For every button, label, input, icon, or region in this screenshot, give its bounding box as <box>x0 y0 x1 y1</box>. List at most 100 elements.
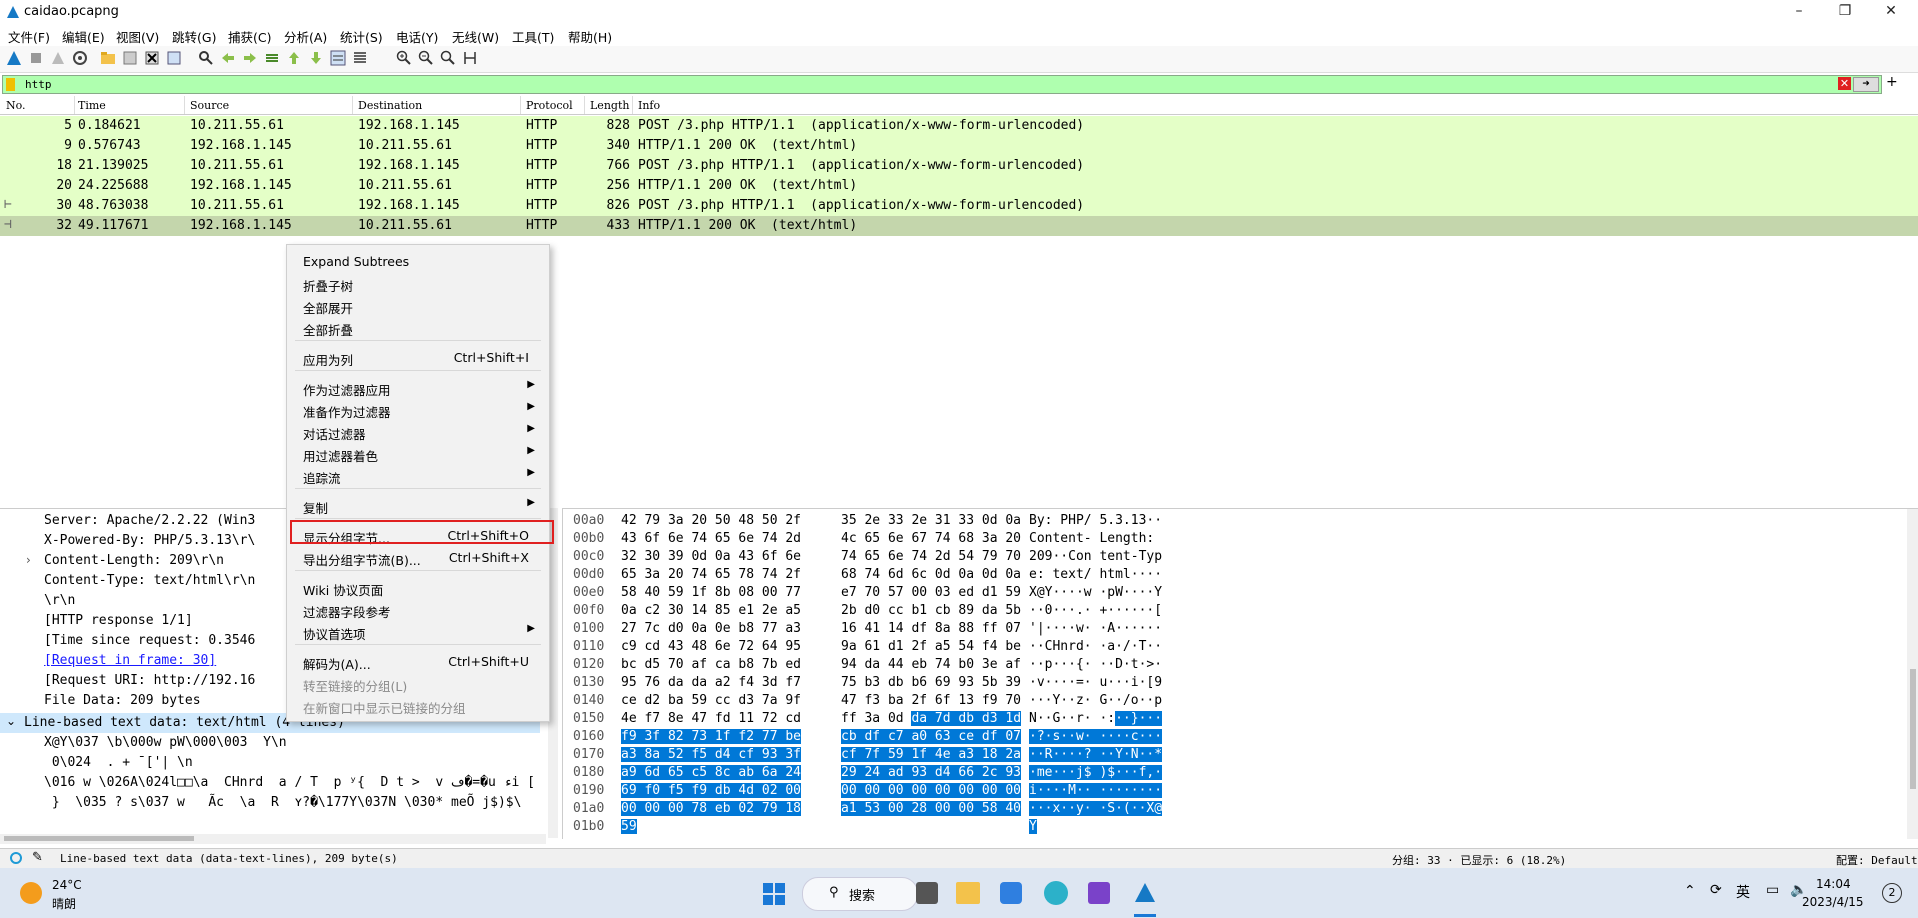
detail-line[interactable]: Content-Length: 209\r\n <box>44 553 224 568</box>
context-menu-item[interactable]: 对话过滤器 ▶ <box>295 421 541 442</box>
stop-capture-icon[interactable] <box>28 50 44 66</box>
visual-studio-icon[interactable] <box>1088 882 1110 904</box>
filter-bookmark-icon[interactable] <box>6 78 15 91</box>
zoom-in-icon[interactable] <box>396 50 412 66</box>
hex-bytes-left[interactable]: c9 cd 43 48 6e 72 64 95 <box>621 639 801 654</box>
hex-ascii[interactable]: ·?·s··w· ····c··· <box>1029 729 1163 744</box>
apply-filter-icon[interactable]: ➜ <box>1853 77 1879 92</box>
hex-bytes-left[interactable]: 4e f7 8e 47 fd 11 72 cd <box>621 711 801 726</box>
colorize-icon[interactable] <box>352 50 368 66</box>
detail-line[interactable]: X-Powered-By: PHP/5.3.13\r\ <box>44 533 255 548</box>
tray-sync-icon[interactable]: ⟳ <box>1710 882 1722 898</box>
context-menu-item[interactable]: 协议首选项 ▶ <box>295 621 541 642</box>
hex-bytes-left[interactable]: bc d5 70 af ca b8 7b ed <box>621 657 801 672</box>
windows-start-icon[interactable] <box>762 882 786 906</box>
column-divider[interactable] <box>632 96 633 114</box>
clock-date[interactable]: 2023/4/15 <box>1802 895 1864 909</box>
hex-ascii[interactable]: N··G··r· ·:··}··· <box>1029 711 1163 726</box>
hex-bytes-right[interactable]: 35 2e 33 2e 31 33 0d 0a <box>841 513 1021 528</box>
column-header-info[interactable]: Info <box>638 99 660 112</box>
hex-bytes-left[interactable]: 69 f0 f5 f9 db 4d 02 00 <box>621 783 802 798</box>
expert-info-icon[interactable] <box>10 852 22 864</box>
clock-time[interactable]: 14:04 <box>1816 877 1851 891</box>
hex-bytes-right[interactable]: 75 b3 db b6 69 93 5b 39 <box>841 675 1021 690</box>
hex-bytes-left[interactable]: a3 8a 52 f5 d4 cf 93 3f <box>621 747 802 762</box>
weather-temp[interactable]: 24°C <box>52 878 82 892</box>
context-menu-item[interactable]: 复制 ▶ <box>295 495 541 516</box>
context-menu-item[interactable]: Expand Subtrees <box>295 251 541 271</box>
hex-bytes-right[interactable]: 94 da 44 eb 74 b0 3e af <box>841 657 1021 672</box>
menu-statistics[interactable]: 统计(S) <box>340 27 383 46</box>
column-header-length[interactable]: Length <box>590 99 629 112</box>
hex-ascii[interactable]: Y <box>1029 819 1037 834</box>
hex-ascii[interactable]: ···x··y· ·S·(··X@ <box>1029 801 1163 816</box>
ime-indicator[interactable]: 英 <box>1736 882 1750 902</box>
hex-ascii[interactable]: ·v····=· u···i·[9 <box>1029 675 1162 690</box>
capture-options-icon[interactable] <box>72 50 88 66</box>
context-menu-item[interactable]: 解码为(A)... Ctrl+Shift+U <box>295 651 541 672</box>
column-divider[interactable] <box>74 96 75 114</box>
hex-ascii[interactable]: e: text/ html···· <box>1029 567 1162 582</box>
column-divider[interactable] <box>184 96 185 114</box>
menu-help[interactable]: 帮助(H) <box>568 27 612 46</box>
file-explorer-icon[interactable] <box>956 882 980 904</box>
collapse-chevron-icon[interactable]: ⌄ <box>6 714 16 728</box>
maximize-button[interactable]: ❐ <box>1822 0 1868 24</box>
hex-bytes-left[interactable]: a9 6d 65 c5 8c ab 6a 24 <box>621 765 802 780</box>
context-menu-item[interactable]: Wiki 协议页面 <box>295 577 541 598</box>
hex-bytes-left[interactable]: 32 30 39 0d 0a 43 6f 6e <box>621 549 801 564</box>
restart-capture-icon[interactable] <box>50 50 66 66</box>
request-frame-link[interactable]: [Request in frame: 30] <box>44 653 216 668</box>
hex-bytes-left[interactable]: 65 3a 20 74 65 78 74 2f <box>621 567 801 582</box>
column-header-protocol[interactable]: Protocol <box>526 99 573 112</box>
hex-bytes-left[interactable]: 00 00 00 78 eb 02 79 18 <box>621 801 802 816</box>
minimize-button[interactable]: – <box>1776 0 1822 24</box>
edge-browser-icon[interactable] <box>1044 881 1068 905</box>
detail-line[interactable]: } \035 ? s\037 w Ãc \a R ʏ?�\177Y\037N \… <box>44 795 522 810</box>
context-menu-item[interactable]: 全部展开 <box>295 295 541 316</box>
context-menu-item[interactable]: 追踪流 ▶ <box>295 465 541 486</box>
hex-bytes-right[interactable]: 29 24 ad 93 d4 66 2c 93 <box>841 765 1022 780</box>
save-file-icon[interactable] <box>122 50 138 66</box>
menu-go[interactable]: 跳转(G) <box>172 27 216 46</box>
weather-desc[interactable]: 晴朗 <box>52 895 76 912</box>
context-menu-item[interactable]: 作为过滤器应用 ▶ <box>295 377 541 398</box>
hex-bytes-left[interactable]: 42 79 3a 20 50 48 50 2f <box>621 513 801 528</box>
hex-bytes-left[interactable]: f9 3f 82 73 1f f2 77 be <box>621 729 802 744</box>
hex-bytes-right[interactable]: 00 00 00 00 00 00 00 00 <box>841 783 1022 798</box>
menu-analyze[interactable]: 分析(A) <box>284 27 327 46</box>
context-menu-item[interactable]: 折叠子树 <box>295 273 541 294</box>
hex-bytes-right[interactable]: 68 74 6d 6c 0d 0a 0d 0a <box>841 567 1021 582</box>
packet-row[interactable]: 20 24.225688 192.168.1.145 10.211.55.61 … <box>0 176 1918 196</box>
packet-row[interactable]: ⊢ 30 48.763038 10.211.55.61 192.168.1.14… <box>0 196 1918 216</box>
column-divider[interactable] <box>352 96 353 114</box>
hex-ascii[interactable]: '|····w· ·A······ <box>1029 621 1162 636</box>
start-capture-icon[interactable] <box>6 50 22 66</box>
detail-line[interactable]: File Data: 209 bytes <box>44 693 201 708</box>
task-view-icon[interactable] <box>916 882 938 904</box>
display-filter-input[interactable]: http ✕ ➜ <box>2 75 1882 94</box>
column-header-destination[interactable]: Destination <box>358 99 422 112</box>
detail-line[interactable]: [HTTP response 1/1] <box>44 613 193 628</box>
column-divider[interactable] <box>520 96 521 114</box>
context-menu-item[interactable]: 过滤器字段参考 <box>295 599 541 620</box>
hex-bytes-left[interactable]: 43 6f 6e 74 65 6e 74 2d <box>621 531 801 546</box>
hex-ascii[interactable]: ·me···j$ )$···f,· <box>1029 765 1163 780</box>
open-file-icon[interactable] <box>100 50 116 66</box>
notification-badge[interactable]: 2 <box>1882 883 1902 903</box>
close-file-icon[interactable] <box>144 50 160 66</box>
hex-bytes-left[interactable]: 58 40 59 1f 8b 08 00 77 <box>621 585 801 600</box>
hex-ascii[interactable]: i····M·· ········ <box>1029 783 1163 798</box>
hex-bytes-right[interactable]: cf 7f 59 1f 4e a3 18 2a <box>841 747 1022 762</box>
hex-ascii[interactable]: ···Y··z· G··/o··p <box>1029 693 1162 708</box>
zoom-out-icon[interactable] <box>418 50 434 66</box>
menu-wireless[interactable]: 无线(W) <box>452 27 499 46</box>
resize-columns-icon[interactable] <box>462 50 478 66</box>
packet-row[interactable]: 9 0.576743 192.168.1.145 10.211.55.61 HT… <box>0 136 1918 156</box>
detail-line[interactable]: \r\n <box>44 593 75 608</box>
packet-row[interactable]: 5 0.184621 10.211.55.61 192.168.1.145 HT… <box>0 116 1918 136</box>
normal-size-icon[interactable] <box>440 50 456 66</box>
clear-filter-icon[interactable]: ✕ <box>1838 77 1851 90</box>
go-forward-icon[interactable] <box>242 50 258 66</box>
hex-bytes-left[interactable]: 95 76 da da a2 f4 3d f7 <box>621 675 801 690</box>
